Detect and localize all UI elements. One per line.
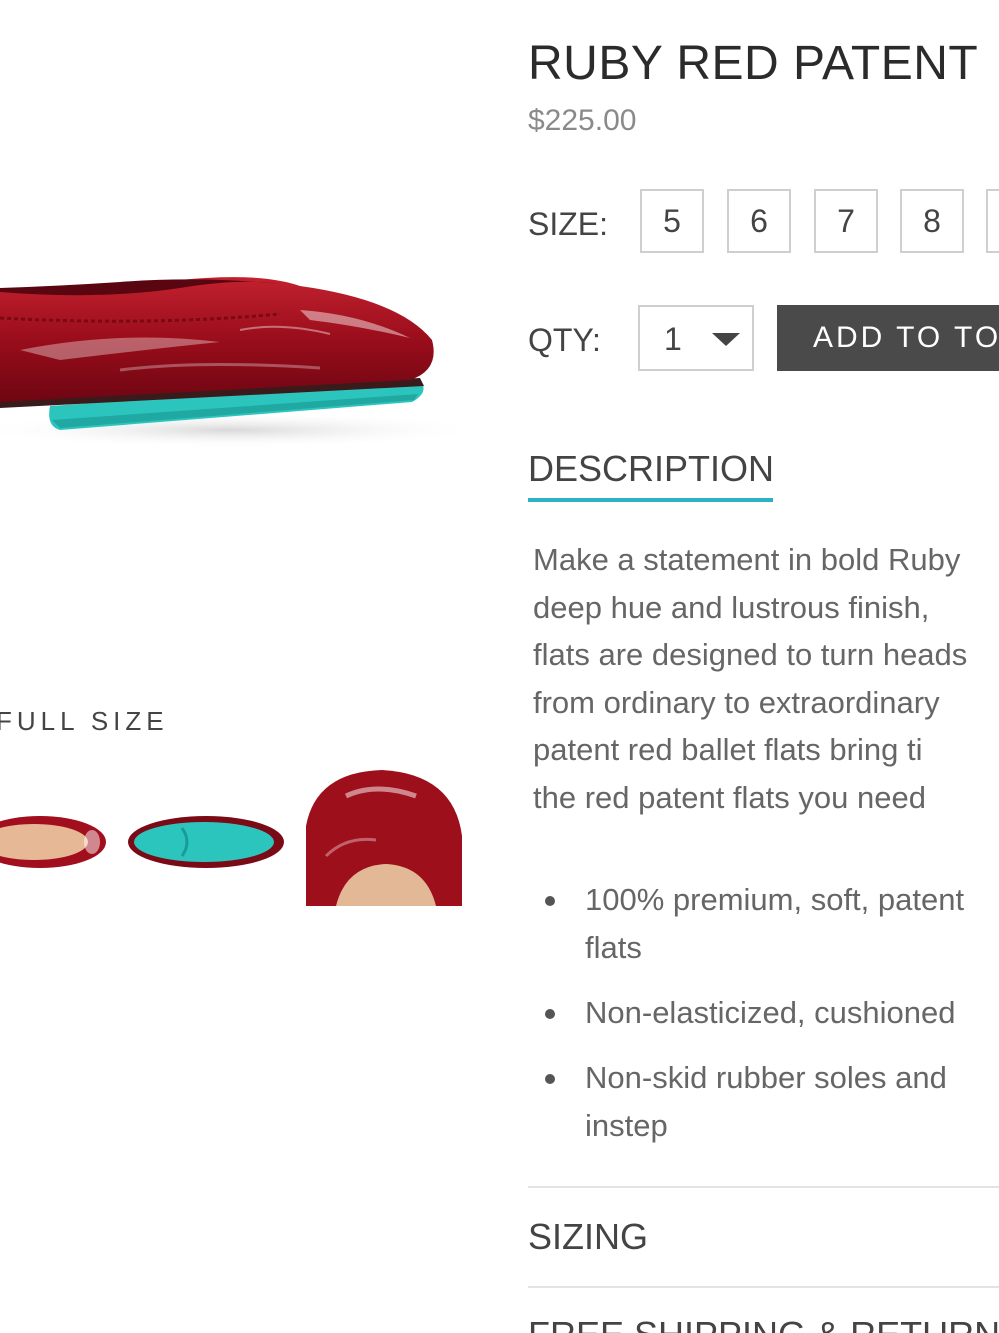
main-product-image[interactable] bbox=[0, 230, 490, 470]
description-line: patent red ballet flats bring ti bbox=[533, 732, 923, 767]
description-line: deep hue and lustrous finish, bbox=[533, 589, 930, 625]
qty-select[interactable]: 1 bbox=[638, 305, 754, 371]
thumbnail-toe-closeup[interactable] bbox=[306, 766, 464, 908]
list-item: Non-skid rubber soles and instep bbox=[545, 1054, 999, 1150]
divider bbox=[528, 1186, 999, 1188]
size-option-7[interactable]: 7 bbox=[814, 189, 878, 253]
red-flat-side-icon bbox=[0, 277, 490, 448]
qty-selected-value: 1 bbox=[664, 321, 682, 357]
thumbnail-sole[interactable] bbox=[122, 800, 288, 880]
bullet-icon bbox=[545, 1074, 555, 1084]
tab-free-shipping-returns[interactable]: FREE SHIPPING & RETURNS bbox=[528, 1314, 999, 1333]
product-title: RUBY RED PATENT bbox=[528, 37, 979, 90]
chevron-down-icon bbox=[712, 333, 740, 346]
description-line: from ordinary to extraordinary bbox=[533, 684, 940, 720]
tab-active-underline bbox=[528, 498, 773, 502]
list-item: 100% premium, soft, patent flats bbox=[545, 876, 999, 972]
tab-sizing[interactable]: SIZING bbox=[528, 1216, 648, 1258]
size-option-5[interactable]: 5 bbox=[640, 189, 704, 253]
feature-list: 100% premium, soft, patent flats Non-ela… bbox=[545, 876, 999, 1167]
list-item-text: Non-elasticized, cushioned bbox=[585, 995, 956, 1030]
toe-closeup-icon bbox=[306, 770, 462, 906]
description-line: the red patent flats you need bbox=[533, 779, 926, 815]
size-option-8[interactable]: 8 bbox=[900, 189, 964, 253]
thumbnail-pair-top[interactable] bbox=[0, 800, 110, 880]
list-item-text: flats bbox=[585, 930, 642, 965]
product-page: FULL SIZE RUBY RED PATENT $225.00 SIZE: … bbox=[0, 0, 999, 1333]
list-item-text: 100% premium, soft, patent bbox=[585, 882, 965, 917]
description-line: Make a statement in bold Ruby bbox=[533, 542, 961, 577]
list-item-text: instep bbox=[585, 1108, 668, 1143]
flat-top-view-icon bbox=[0, 816, 106, 868]
tab-description[interactable]: DESCRIPTION bbox=[528, 448, 774, 490]
sole-view-icon bbox=[128, 816, 284, 868]
description-line: flats are designed to turn heads bbox=[533, 637, 968, 672]
view-full-size-link[interactable]: FULL SIZE bbox=[0, 706, 169, 737]
add-to-tote-button[interactable]: ADD TO TOTE bbox=[777, 305, 999, 371]
size-option-next[interactable] bbox=[986, 189, 999, 253]
bullet-icon bbox=[545, 896, 555, 906]
size-option-6[interactable]: 6 bbox=[727, 189, 791, 253]
divider bbox=[528, 1286, 999, 1288]
size-label: SIZE: bbox=[528, 206, 609, 242]
list-item: Non-elasticized, cushioned bbox=[545, 989, 999, 1037]
list-item-text: Non-skid rubber soles and bbox=[585, 1060, 947, 1095]
bullet-icon bbox=[545, 1009, 555, 1019]
product-price: $225.00 bbox=[528, 104, 637, 137]
description-text: Make a statement in bold Ruby deep hue a… bbox=[533, 536, 999, 821]
qty-label: QTY: bbox=[528, 322, 601, 358]
